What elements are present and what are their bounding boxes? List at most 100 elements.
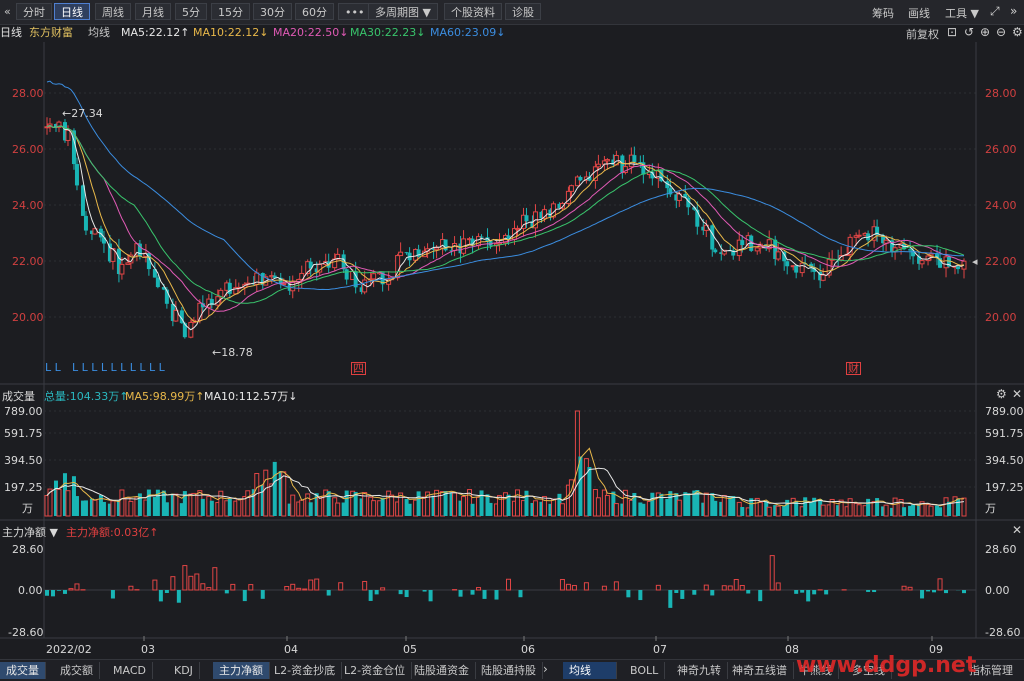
tab-hk-connect-fund[interactable]: 陆股通资金 bbox=[408, 662, 476, 679]
volume-bar bbox=[381, 498, 385, 516]
net-flow-bar bbox=[584, 583, 588, 590]
volume-bar bbox=[210, 501, 214, 516]
flow-title-dropdown[interactable]: 主力净额 ▼ bbox=[2, 524, 58, 540]
volume-bar bbox=[614, 504, 618, 516]
volume-bar bbox=[399, 493, 403, 516]
volume-bar bbox=[803, 497, 807, 516]
candle-body bbox=[794, 266, 798, 273]
candle-body bbox=[740, 240, 744, 245]
price-tick-left: 20.00 bbox=[12, 311, 44, 324]
volume-bar bbox=[129, 501, 133, 516]
tab-l2-bottom[interactable]: L2-资金抄底 bbox=[268, 662, 342, 679]
volume-bar bbox=[111, 501, 115, 516]
financial-report-marker[interactable]: 财 bbox=[846, 362, 861, 375]
candle-body bbox=[524, 215, 528, 221]
candle-body bbox=[345, 269, 349, 279]
volume-bar bbox=[911, 505, 915, 516]
net-flow-bar bbox=[75, 584, 79, 590]
volume-bar bbox=[192, 493, 196, 516]
volume-bar bbox=[228, 499, 232, 516]
net-flow-bar bbox=[231, 584, 235, 590]
volume-bar bbox=[533, 501, 537, 516]
tab-main-net[interactable]: 主力净额 bbox=[213, 662, 270, 679]
net-flow-bar bbox=[746, 590, 750, 593]
net-flow-bar bbox=[249, 585, 253, 590]
tab-magic-five[interactable]: 神奇五线谱 bbox=[726, 662, 794, 679]
net-flow-bar bbox=[710, 590, 714, 595]
candle-body bbox=[435, 248, 439, 250]
candle-body bbox=[713, 250, 717, 253]
volume-bar bbox=[264, 470, 268, 516]
volume-bar bbox=[605, 496, 609, 516]
candle-body bbox=[84, 216, 88, 231]
tab-magic-nine[interactable]: 神奇九转 bbox=[671, 662, 728, 679]
candle-body bbox=[75, 164, 79, 185]
volume-bar bbox=[75, 496, 79, 516]
volume-bar bbox=[785, 500, 789, 516]
net-flow-bar bbox=[614, 582, 618, 590]
volume-bar bbox=[282, 472, 286, 516]
watermark: www.ddgp.net bbox=[796, 653, 976, 678]
net-flow-bar bbox=[506, 579, 510, 590]
net-flow-bar bbox=[129, 586, 133, 590]
net-flow-bar bbox=[944, 590, 948, 593]
volume-tick-left: 789.00 bbox=[4, 405, 43, 418]
candle-body bbox=[156, 278, 160, 287]
volume-bar bbox=[650, 493, 654, 516]
net-flow-bar bbox=[309, 580, 313, 590]
volume-bar bbox=[758, 502, 762, 516]
net-flow-bar bbox=[369, 590, 373, 601]
flow-tick-right: -28.60 bbox=[985, 626, 1020, 639]
volume-settings-icon[interactable]: ⚙ bbox=[996, 387, 1007, 401]
candle-body bbox=[120, 264, 124, 274]
net-flow-bar bbox=[423, 590, 427, 592]
volume-bar bbox=[857, 505, 861, 516]
x-tick: 03 bbox=[141, 643, 155, 656]
net-flow-bar bbox=[363, 581, 367, 590]
net-flow-bar bbox=[758, 590, 762, 601]
candle-body bbox=[821, 275, 825, 280]
tab-volume[interactable]: 成交量 bbox=[0, 662, 46, 679]
event-marker-row[interactable]: L L L L L L L L L L bbox=[72, 361, 165, 374]
volume-bar bbox=[345, 491, 349, 516]
volume-bar bbox=[309, 502, 313, 516]
volume-bar bbox=[866, 499, 870, 516]
tab-hk-connect-hold[interactable]: 陆股通持股 bbox=[475, 662, 543, 679]
net-flow-bar bbox=[315, 579, 319, 590]
volume-bar bbox=[489, 503, 493, 516]
price-tick-left: 28.00 bbox=[12, 87, 44, 100]
volume-bar bbox=[102, 502, 106, 516]
tab-ma[interactable]: 均线 bbox=[563, 662, 617, 679]
net-flow-bar bbox=[63, 590, 67, 594]
flow-tick-right: 0.00 bbox=[985, 584, 1010, 597]
net-flow-bar bbox=[704, 585, 708, 590]
volume-title[interactable]: 成交量 bbox=[2, 388, 35, 404]
tab-kdj[interactable]: KDJ bbox=[168, 662, 200, 679]
kline-chart[interactable] bbox=[0, 0, 1024, 680]
tab-macd[interactable]: MACD bbox=[107, 662, 153, 679]
net-flow-bar bbox=[483, 590, 487, 599]
net-flow-bar bbox=[926, 590, 930, 591]
volume-tick-left: 197.25 bbox=[4, 481, 43, 494]
volume-close-icon[interactable]: ✕ bbox=[1012, 387, 1022, 401]
tabs-scroll-right-icon[interactable]: › bbox=[543, 662, 548, 676]
candle-body bbox=[480, 237, 484, 238]
tab-turnover[interactable]: 成交额 bbox=[54, 662, 100, 679]
tab-boll[interactable]: BOLL bbox=[624, 662, 665, 679]
event-marker-row[interactable]: L L bbox=[45, 361, 61, 374]
flow-tick-left: 0.00 bbox=[18, 584, 43, 597]
tab-l2-position[interactable]: L2-资金仓位 bbox=[338, 662, 412, 679]
quarterly-report-marker[interactable]: 四 bbox=[351, 362, 366, 375]
volume-total: 总量:104.33万↑ bbox=[44, 388, 128, 404]
net-flow-bar bbox=[195, 574, 199, 590]
volume-bar bbox=[318, 497, 322, 516]
volume-bar bbox=[372, 501, 376, 516]
volume-tick-right: 591.75 bbox=[985, 427, 1024, 440]
volume-unit-left: 万 bbox=[22, 500, 33, 516]
volume-bar bbox=[929, 506, 933, 516]
net-flow-bar bbox=[656, 585, 660, 590]
volume-ma10: MA10:112.57万↓ bbox=[204, 388, 297, 404]
net-flow-bar bbox=[459, 590, 463, 597]
volume-ma5: MA5:98.99万↑ bbox=[125, 388, 204, 404]
flow-close-icon[interactable]: ✕ bbox=[1012, 523, 1022, 537]
